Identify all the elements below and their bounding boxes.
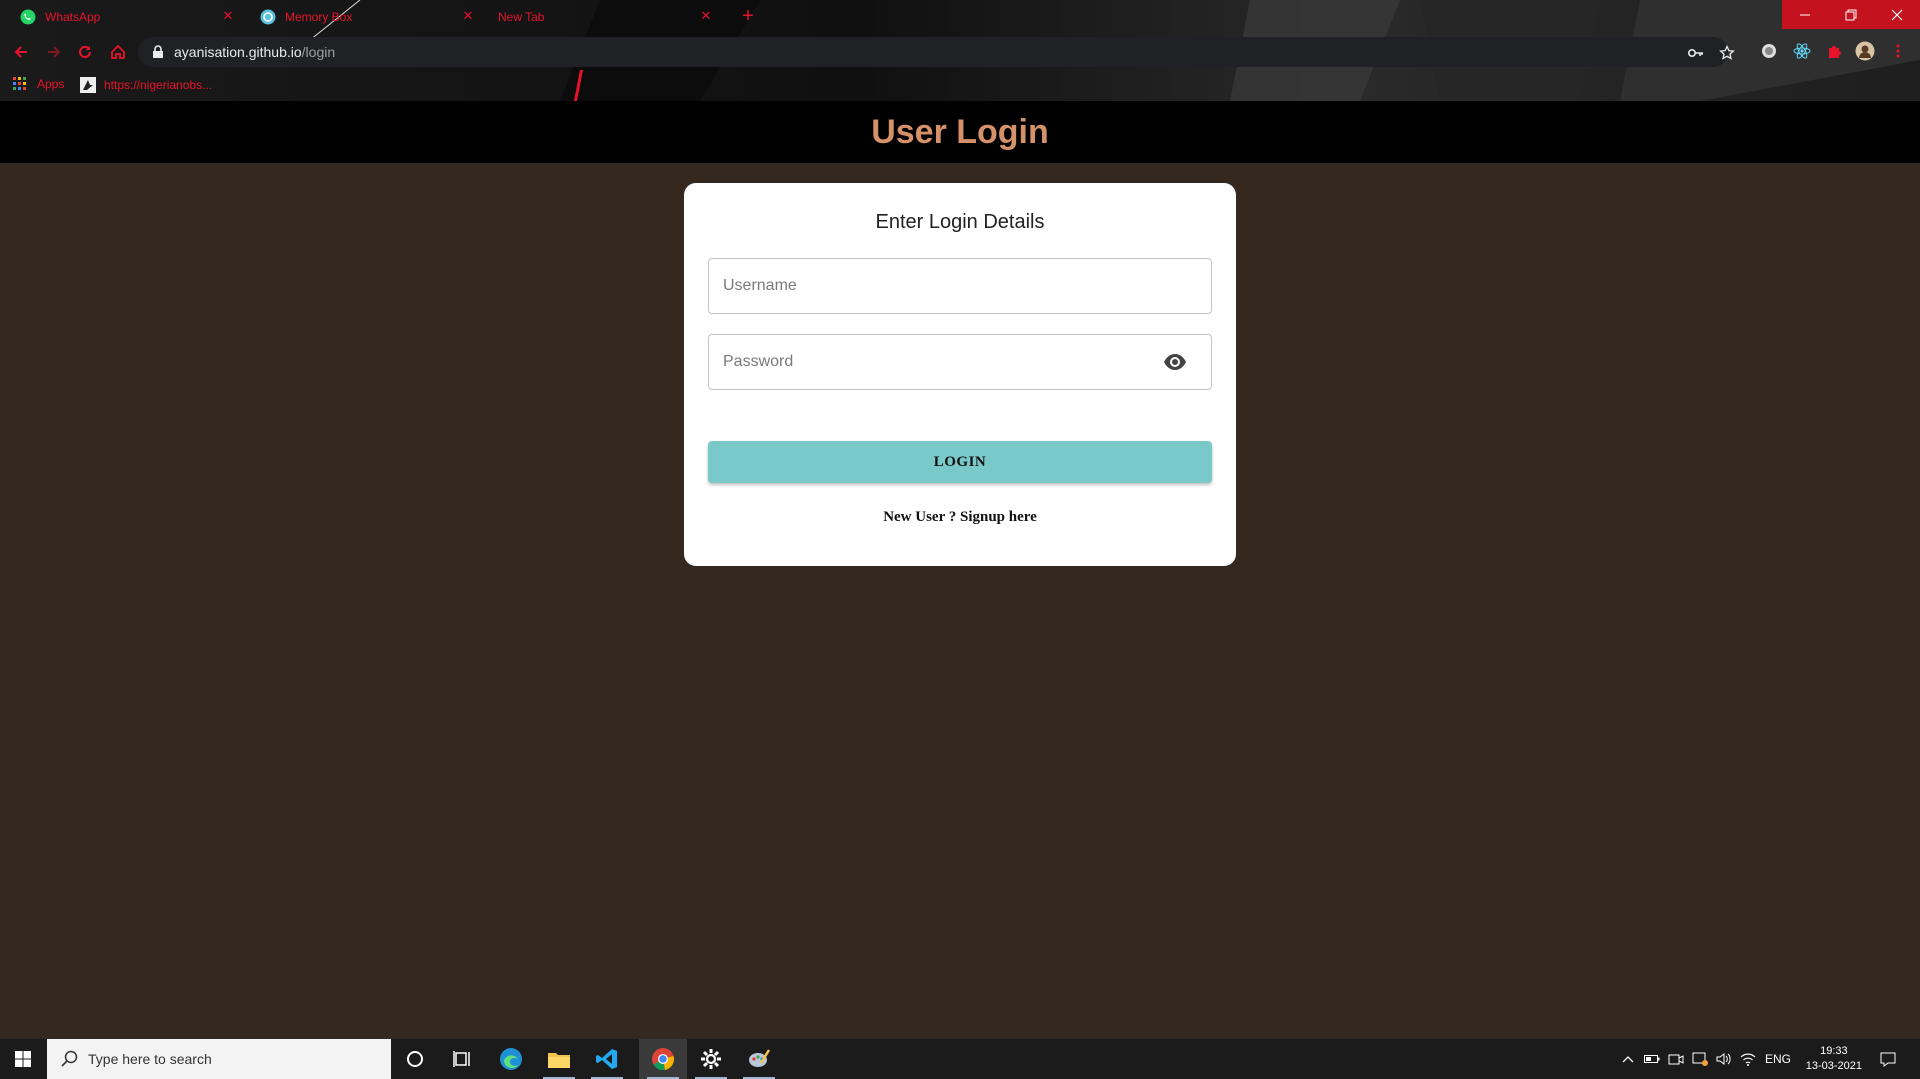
bookmark-nigerianobs[interactable]: https://nigerianobs...	[80, 77, 212, 93]
url-text: ayanisation.github.io/login	[174, 44, 335, 60]
browser-toolbar: ayanisation.github.io/login	[0, 33, 1920, 71]
browser-chrome: WhatsApp ✕ Memory Box ✕ New Tab ✕ + ayan…	[0, 0, 1920, 101]
close-tab-icon[interactable]: ✕	[699, 9, 713, 23]
edge-icon[interactable]	[487, 1039, 535, 1079]
password-input[interactable]	[709, 335, 1211, 389]
back-button[interactable]	[10, 41, 32, 63]
bookmark-label: https://nigerianobs...	[104, 78, 213, 92]
reload-icon	[79, 45, 91, 58]
battery-icon[interactable]	[1642, 1039, 1662, 1079]
chrome-icon[interactable]	[639, 1039, 687, 1079]
profile-avatar[interactable]	[1855, 41, 1875, 61]
home-button[interactable]	[107, 41, 129, 63]
lock-icon	[153, 45, 163, 58]
tray-overflow-chevron-icon[interactable]	[1619, 1039, 1637, 1079]
bookmark-star-icon[interactable]	[1718, 44, 1736, 62]
new-tab-button[interactable]: +	[737, 5, 759, 27]
tab-new-tab[interactable]: New Tab ✕	[478, 0, 723, 33]
page-title: User Login	[871, 113, 1049, 151]
bookmark-label: Apps	[37, 77, 65, 91]
home-icon	[111, 44, 125, 59]
clock-time: 19:33	[1820, 1045, 1848, 1057]
tab-title: WhatsApp	[45, 9, 101, 24]
bookmarks-bar: Apps https://nigerianobs...	[0, 71, 1920, 101]
signup-prompt: New User ? Signup here	[684, 509, 1236, 526]
bookmark-favicon-icon	[80, 77, 96, 93]
signup-link[interactable]: New User ? Signup here	[883, 509, 1037, 525]
system-clock[interactable]: 19:33 13-03-2021	[1806, 1044, 1862, 1074]
restore-button[interactable]	[1828, 0, 1874, 29]
windows-taskbar: Type here to search ENG 19:33 13-03-2021	[0, 1039, 1920, 1079]
restore-icon	[1845, 9, 1857, 20]
task-view-icon[interactable]	[439, 1039, 487, 1079]
search-placeholder: Type here to search	[88, 1051, 212, 1067]
settings-icon[interactable]	[687, 1039, 735, 1079]
react-devtools-icon[interactable]	[1792, 41, 1812, 61]
apps-grid-icon	[13, 77, 26, 90]
card-title: Enter Login Details	[875, 211, 1045, 233]
close-icon	[1891, 9, 1903, 20]
browser-menu-icon[interactable]	[1888, 41, 1908, 61]
tab-whatsapp[interactable]: WhatsApp ✕	[0, 0, 245, 33]
language-indicator[interactable]: ENG	[1763, 1039, 1793, 1079]
extensions-puzzle-icon[interactable]	[1824, 41, 1844, 61]
paint-icon[interactable]	[735, 1039, 783, 1079]
minimize-button[interactable]	[1782, 0, 1828, 29]
whatsapp-icon	[20, 9, 36, 25]
username-field	[708, 258, 1212, 314]
reload-button[interactable]	[74, 41, 96, 63]
close-window-button[interactable]	[1874, 0, 1920, 29]
windows-logo-icon	[15, 1051, 31, 1067]
clock-date: 13-03-2021	[1805, 1060, 1862, 1072]
wifi-icon[interactable]	[1738, 1039, 1758, 1079]
tab-title: Memory Box	[285, 9, 353, 24]
app-header: User Login	[0, 101, 1920, 164]
taskbar-search[interactable]: Type here to search	[47, 1039, 391, 1079]
close-tab-icon[interactable]: ✕	[221, 9, 235, 23]
tab-title: New Tab	[498, 9, 545, 24]
meet-now-icon[interactable]	[1666, 1039, 1686, 1079]
tab-memory-box[interactable]: Memory Box ✕	[240, 0, 485, 33]
login-button[interactable]: LOGIN	[708, 441, 1212, 483]
search-icon	[61, 1050, 78, 1067]
bookmark-apps[interactable]: Apps	[13, 77, 64, 91]
show-password-eye-icon[interactable]	[1163, 352, 1187, 372]
close-tab-icon[interactable]: ✕	[461, 9, 475, 23]
url-host: ayanisation.github.io	[174, 44, 302, 60]
url-path: /login	[301, 44, 336, 60]
action-alert-icon[interactable]	[1690, 1039, 1710, 1079]
username-input[interactable]	[709, 259, 1211, 313]
forward-arrow-icon	[48, 46, 61, 58]
cortana-icon[interactable]	[391, 1039, 439, 1079]
file-explorer-icon[interactable]	[535, 1039, 583, 1079]
volume-icon[interactable]	[1714, 1039, 1734, 1079]
password-field	[708, 334, 1212, 390]
extension-record-icon[interactable]	[1759, 41, 1779, 61]
notifications-icon[interactable]	[1873, 1039, 1903, 1079]
memory-box-icon	[260, 9, 276, 25]
minimize-icon	[1800, 14, 1810, 15]
vscode-icon[interactable]	[583, 1039, 631, 1079]
tab-strip: WhatsApp ✕ Memory Box ✕ New Tab ✕ +	[0, 0, 1920, 33]
start-button[interactable]	[0, 1039, 46, 1079]
login-card: Enter Login Details LOGIN New User ? Sig…	[684, 183, 1236, 566]
forward-button[interactable]	[43, 41, 65, 63]
address-bar[interactable]: ayanisation.github.io/login	[138, 37, 1735, 67]
password-key-icon[interactable]	[1687, 44, 1705, 62]
back-arrow-icon	[14, 46, 27, 58]
